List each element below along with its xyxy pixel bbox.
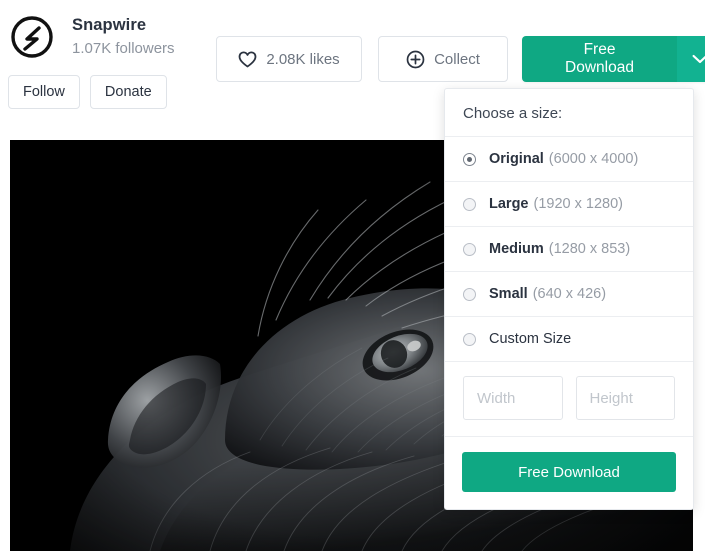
size-option-large-label: Large <box>489 196 529 212</box>
custom-height-input[interactable] <box>575 376 675 420</box>
size-option-custom-label: Custom Size <box>489 331 572 347</box>
download-size-dropdown-toggle[interactable] <box>677 36 705 82</box>
size-option-small-dims: (640 x 426) <box>532 286 607 302</box>
profile-followers: 1.07K followers <box>72 40 175 57</box>
choose-size-dropdown: Choose a size: Original (6000 x 4000) La… <box>444 88 694 510</box>
heart-icon <box>238 50 257 68</box>
size-option-large-dims: (1920 x 1280) <box>533 196 623 212</box>
follow-button[interactable]: Follow <box>8 75 80 109</box>
likes-button[interactable]: 2.08K likes <box>216 36 362 82</box>
size-option-original-label: Original <box>489 151 544 167</box>
collect-button[interactable]: Collect <box>378 36 508 82</box>
free-download-button[interactable]: Free Download <box>522 36 677 82</box>
snapwire-circle-logo-icon[interactable] <box>10 15 54 59</box>
size-option-medium[interactable]: Medium (1280 x 853) <box>445 227 693 272</box>
custom-width-input[interactable] <box>463 376 563 420</box>
size-option-small[interactable]: Small (640 x 426) <box>445 272 693 317</box>
size-option-original[interactable]: Original (6000 x 4000) <box>445 137 693 182</box>
donate-button[interactable]: Donate <box>89 75 167 109</box>
panel-free-download-button[interactable]: Free Download <box>462 452 676 492</box>
choose-size-header: Choose a size: <box>445 89 693 137</box>
panel-footer: Free Download <box>445 437 693 509</box>
free-download-button-group: Free Download <box>522 36 705 82</box>
size-option-large[interactable]: Large (1920 x 1280) <box>445 182 693 227</box>
radio-large-icon[interactable] <box>463 197 476 211</box>
chevron-down-icon <box>692 52 705 67</box>
profile-button-row: Follow Donate <box>8 75 167 109</box>
size-option-medium-label: Medium <box>489 241 544 257</box>
size-option-small-label: Small <box>489 286 528 302</box>
profile-block: Snapwire 1.07K followers <box>10 12 175 60</box>
profile-text: Snapwire 1.07K followers <box>72 12 175 60</box>
plus-circle-icon <box>406 50 425 69</box>
radio-custom-icon[interactable] <box>463 332 476 346</box>
radio-original-icon[interactable] <box>463 152 476 166</box>
size-option-custom[interactable]: Custom Size <box>445 317 693 362</box>
radio-small-icon[interactable] <box>463 287 476 301</box>
size-option-medium-dims: (1280 x 853) <box>548 241 631 257</box>
size-option-original-dims: (6000 x 4000) <box>548 151 639 167</box>
custom-size-inputs <box>445 362 693 437</box>
action-button-row: 2.08K likes Collect Free Download <box>216 36 705 82</box>
likes-count-label: 2.08K likes <box>266 50 340 68</box>
radio-medium-icon[interactable] <box>463 242 476 256</box>
profile-name: Snapwire <box>72 16 147 34</box>
collect-label: Collect <box>434 50 480 68</box>
